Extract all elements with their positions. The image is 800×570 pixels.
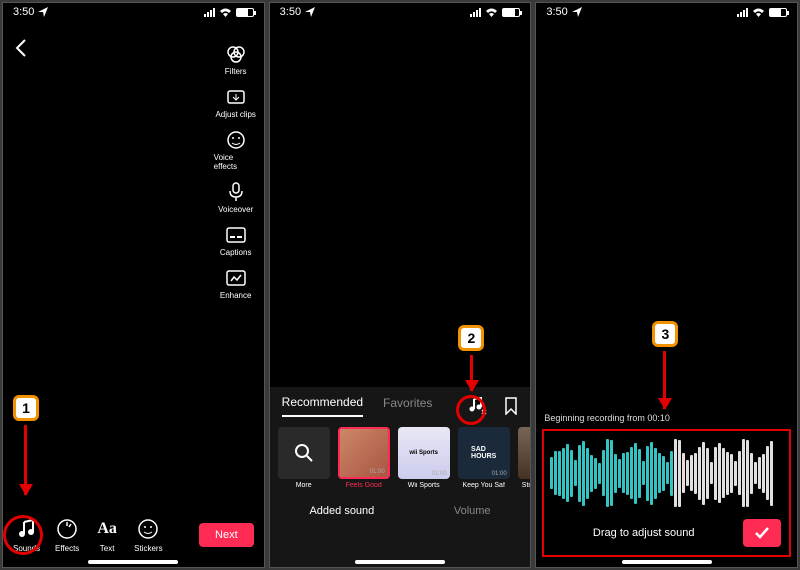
status-time: 3:50 <box>546 6 567 18</box>
step-2-badge: 2 <box>458 325 484 351</box>
text-label: Text <box>100 544 115 553</box>
filters-label: Filters <box>225 67 247 76</box>
status-bar: 3:50 <box>536 3 797 21</box>
track-feels-good[interactable]: 01:00 Feels Good <box>338 427 390 489</box>
status-bar: 3:50 <box>270 3 531 21</box>
captions-button[interactable]: Captions <box>214 224 258 257</box>
battery-icon <box>769 8 787 17</box>
location-arrow-icon <box>572 7 582 17</box>
captions-icon <box>226 227 246 243</box>
signal-icon <box>204 8 215 17</box>
text-icon: Aa <box>97 520 117 538</box>
trim-panel: Beginning recording from 00:10 Drag to a… <box>536 407 797 567</box>
step-2-arrow <box>470 355 473 391</box>
enhance-button[interactable]: Enhance <box>214 267 258 300</box>
home-indicator[interactable] <box>622 560 712 564</box>
step-1-highlight <box>3 515 43 555</box>
screen-trim: 3:50 Beginning recording from 00:10 Drag… <box>535 2 798 568</box>
adjust-clips-icon <box>226 89 246 105</box>
filters-button[interactable]: Filters <box>214 43 258 76</box>
home-indicator[interactable] <box>88 560 178 564</box>
search-icon <box>293 442 315 464</box>
filters-icon <box>226 44 246 64</box>
editor-side-toolbar: Filters Adjust clips Voice effects Voice… <box>214 43 258 300</box>
drag-instruction: Drag to adjust sound <box>552 527 735 539</box>
wifi-icon <box>752 8 765 17</box>
adjust-clips-label: Adjust clips <box>215 110 255 119</box>
location-arrow-icon <box>38 7 48 17</box>
next-button[interactable]: Next <box>199 523 254 547</box>
signal-icon <box>470 8 481 17</box>
adjust-clips-button[interactable]: Adjust clips <box>214 86 258 119</box>
sound-bottom-tabs: Added sound Volume <box>270 493 531 535</box>
wifi-icon <box>219 8 232 17</box>
stickers-icon <box>137 518 159 540</box>
status-time: 3:50 <box>280 6 301 18</box>
sound-panel: Recommended Favorites More 01:00 Feels G… <box>270 387 531 567</box>
battery-icon <box>502 8 520 17</box>
captions-label: Captions <box>220 248 252 257</box>
bookmark-button[interactable] <box>504 397 518 415</box>
stickers-button[interactable]: Stickers <box>134 516 162 553</box>
track-more[interactable]: More <box>278 427 330 489</box>
track-wii-sports[interactable]: wii Sports01:00 Wii Sports <box>398 427 450 489</box>
voice-effects-icon <box>226 130 246 150</box>
sound-tabs: Recommended Favorites <box>270 387 531 417</box>
chevron-left-icon <box>15 39 27 57</box>
status-bar: 3:50 <box>3 3 264 21</box>
check-icon <box>754 526 770 540</box>
wifi-icon <box>485 8 498 17</box>
volume-tab[interactable]: Volume <box>454 505 491 517</box>
added-sound-tab[interactable]: Added sound <box>309 505 374 517</box>
effects-label: Effects <box>55 544 79 553</box>
waveform[interactable] <box>548 437 785 509</box>
track-keep-you-saf[interactable]: SADHOURS01:00 Keep You Saf <box>458 427 510 489</box>
step-3-badge: 3 <box>652 321 678 347</box>
voice-effects-label: Voice effects <box>214 153 258 171</box>
step-1-badge: 1 <box>13 395 39 421</box>
status-icons <box>204 8 254 17</box>
back-button[interactable] <box>15 39 27 57</box>
text-button[interactable]: Aa Text <box>94 516 120 553</box>
effects-icon <box>56 518 78 540</box>
home-indicator[interactable] <box>355 560 445 564</box>
status-icons <box>737 8 787 17</box>
enhance-label: Enhance <box>220 291 252 300</box>
screen-editor: 3:50 Filters Adjust clips Voice effects … <box>2 2 265 568</box>
voiceover-button[interactable]: Voiceover <box>214 181 258 214</box>
track-still-dont-kno[interactable]: 00:30 Still Don't Kno <box>518 427 531 489</box>
step-3-highlight-box: Drag to adjust sound <box>542 429 791 557</box>
location-arrow-icon <box>305 7 315 17</box>
screen-sounds: 3:50 Recommended Favorites <box>269 2 532 568</box>
step-1-arrow <box>24 425 27 495</box>
tab-favorites[interactable]: Favorites <box>383 396 432 416</box>
tab-recommended[interactable]: Recommended <box>282 395 363 417</box>
track-list[interactable]: More 01:00 Feels Good wii Sports01:00 Wi… <box>270 417 531 493</box>
voice-effects-button[interactable]: Voice effects <box>214 129 258 171</box>
enhance-icon <box>226 270 246 286</box>
bookmark-icon <box>504 397 518 415</box>
voiceover-icon <box>229 182 243 202</box>
stickers-label: Stickers <box>134 544 162 553</box>
battery-icon <box>236 8 254 17</box>
effects-button[interactable]: Effects <box>54 516 80 553</box>
confirm-trim-button[interactable] <box>743 519 781 547</box>
status-icons <box>470 8 520 17</box>
status-time: 3:50 <box>13 6 34 18</box>
signal-icon <box>737 8 748 17</box>
voiceover-label: Voiceover <box>218 205 253 214</box>
step-3-arrow <box>663 351 666 409</box>
